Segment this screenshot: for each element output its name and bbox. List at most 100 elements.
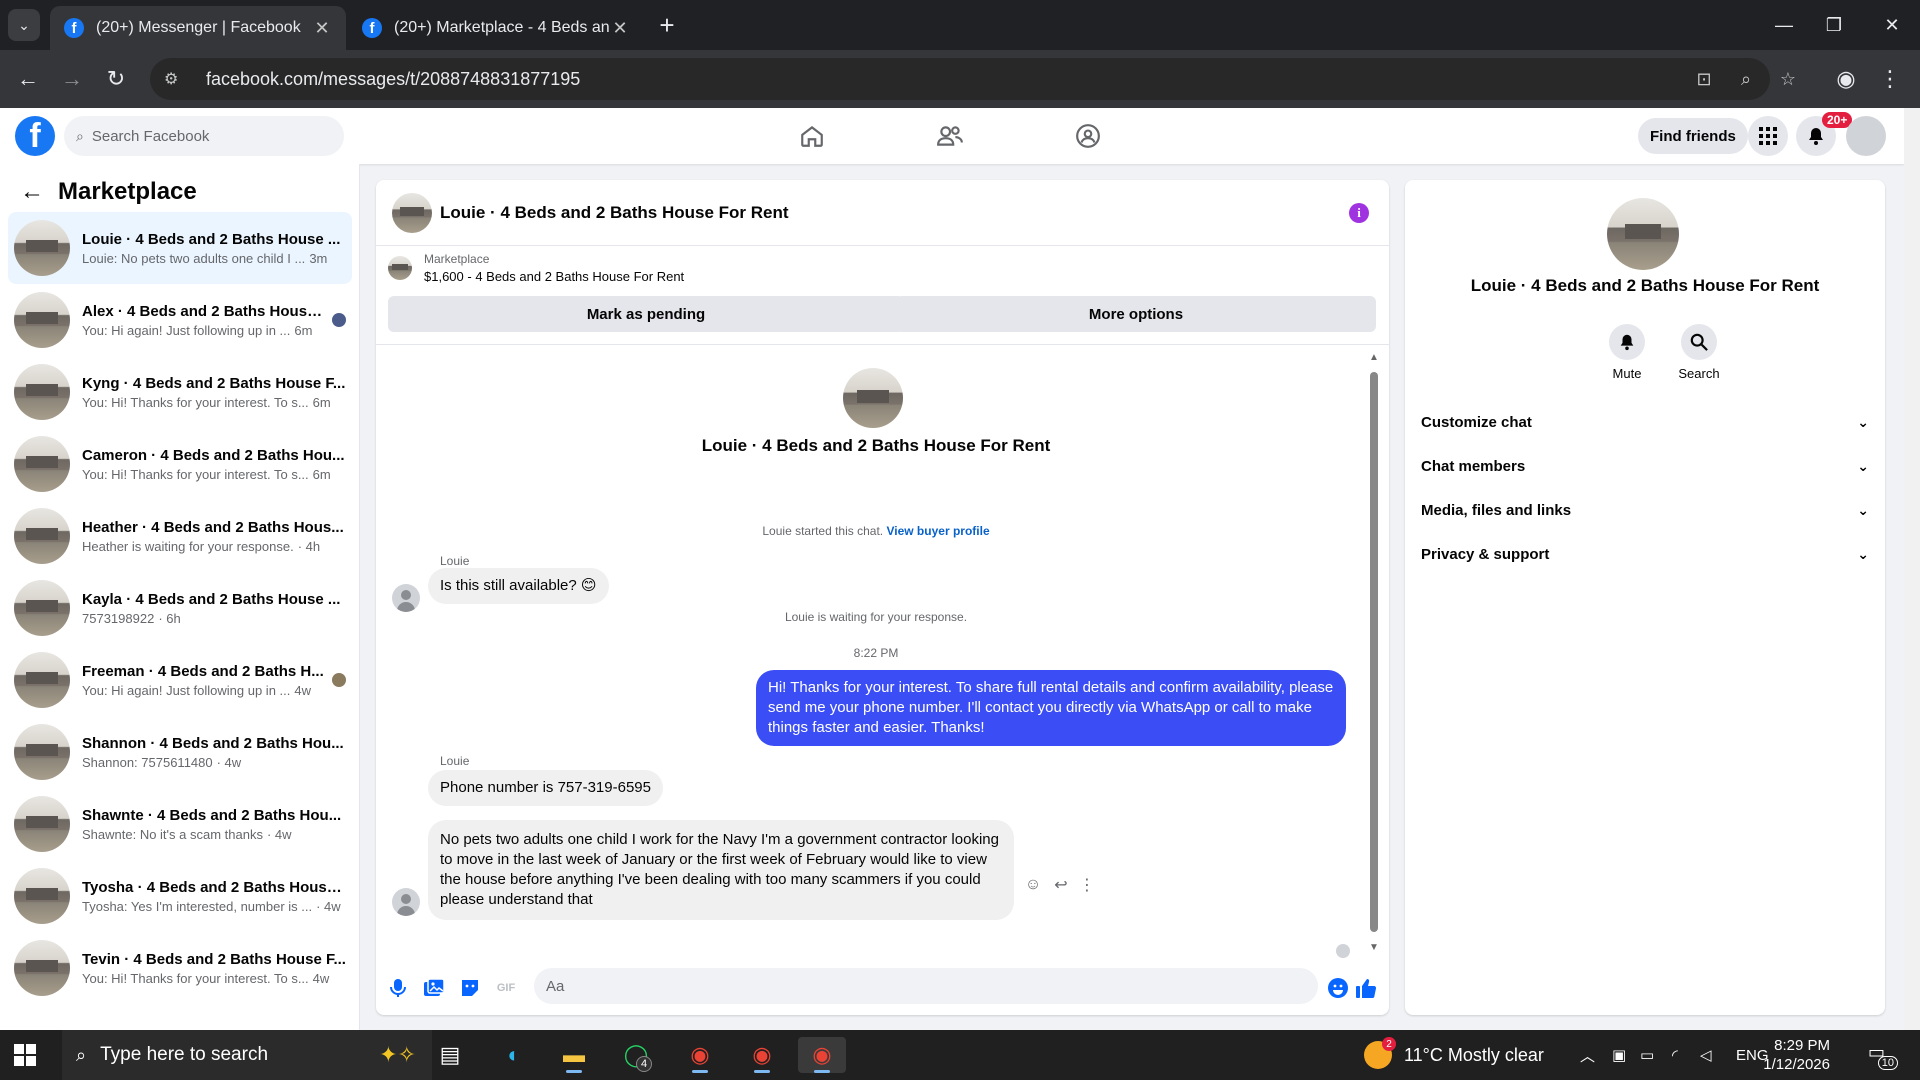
- conversation-item[interactable]: Shannon · 4 Beds and 2 Baths Hou... Shan…: [8, 716, 352, 788]
- menu-grid-icon[interactable]: [1748, 116, 1788, 156]
- zoom-icon[interactable]: ⌕: [1734, 67, 1758, 91]
- listing-thumbnail-large: [1607, 198, 1679, 270]
- chrome-profile-icon[interactable]: ◉: [738, 1037, 786, 1073]
- taskbar-search-box[interactable]: ⌕ Type here to search ✦✧: [62, 1030, 432, 1080]
- scroll-thumb[interactable]: [1370, 372, 1378, 932]
- page-scrollbar[interactable]: [1904, 108, 1920, 1030]
- more-options-button[interactable]: More options: [896, 296, 1376, 332]
- incoming-message[interactable]: Phone number is 757-319-6595: [428, 770, 663, 806]
- chat-title[interactable]: Louie · 4 Beds and 2 Baths House For Ren…: [440, 203, 789, 223]
- more-kebab-icon[interactable]: ⋮: [1076, 874, 1098, 896]
- find-friends-button[interactable]: Find friends: [1638, 118, 1748, 154]
- privacy-support-section[interactable]: Privacy & support ⌄: [1421, 532, 1869, 576]
- conversation-item[interactable]: Kayla · 4 Beds and 2 Baths House ... 757…: [8, 572, 352, 644]
- forward-button[interactable]: →: [56, 63, 88, 95]
- mute-button[interactable]: Mute: [1597, 324, 1657, 381]
- media-files-links-section[interactable]: Media, files and links ⌄: [1421, 488, 1869, 532]
- marketplace-listing-bar[interactable]: Marketplace $1,600 - 4 Beds and 2 Baths …: [388, 252, 684, 284]
- close-tab-icon[interactable]: ✕: [610, 18, 630, 39]
- show-hidden-icons-chevron-icon[interactable]: ︿: [1580, 1030, 1595, 1080]
- seen-avatar: [332, 313, 346, 327]
- facebook-search-input[interactable]: ⌕ Search Facebook: [64, 116, 344, 156]
- site-info-icon[interactable]: ⚙: [164, 69, 188, 89]
- friends-nav-icon[interactable]: [930, 116, 970, 156]
- sender-name: Louie: [440, 554, 470, 568]
- chrome-icon[interactable]: ◉: [676, 1037, 724, 1073]
- info-icon[interactable]: i: [1349, 203, 1369, 223]
- profile-icon[interactable]: ◉: [1830, 63, 1862, 95]
- restore-button[interactable]: ❐: [1804, 0, 1864, 50]
- groups-nav-icon[interactable]: [1068, 116, 1108, 156]
- react-smiley-icon[interactable]: ☺: [1022, 874, 1044, 896]
- conversation-item[interactable]: Freeman · 4 Beds and 2 Baths H... You: H…: [8, 644, 352, 716]
- tab-messenger[interactable]: f (20+) Messenger | Facebook ✕: [50, 6, 346, 50]
- chat-scrollbar[interactable]: ▲ ▼: [1368, 352, 1380, 956]
- conversation-preview: 7573198922: [82, 610, 155, 626]
- mark-as-pending-button[interactable]: Mark as pending: [388, 296, 904, 332]
- incoming-message[interactable]: Is this still available? 😊: [428, 568, 609, 604]
- listing-thumbnail: [14, 580, 70, 636]
- microphone-icon[interactable]: [386, 976, 410, 1000]
- reload-button[interactable]: ↻: [100, 63, 132, 95]
- conversation-item[interactable]: Tyosha · 4 Beds and 2 Baths House... Tyo…: [8, 860, 352, 932]
- meet-now-icon[interactable]: ▣: [1612, 1030, 1626, 1080]
- chevron-down-icon: ⌄: [1857, 457, 1869, 474]
- task-view-icon[interactable]: ▤: [426, 1037, 474, 1073]
- whatsapp-icon[interactable]: ◯ 4: [612, 1037, 660, 1073]
- conversation-item[interactable]: Louie · 4 Beds and 2 Baths House ... Lou…: [8, 212, 352, 284]
- chat-listing-thumbnail[interactable]: [392, 192, 432, 233]
- back-arrow-icon[interactable]: ←: [20, 178, 44, 206]
- sender-avatar[interactable]: [392, 584, 420, 612]
- tab-search-button[interactable]: ⌄: [8, 9, 40, 41]
- menu-kebab-icon[interactable]: ⋮: [1874, 63, 1906, 95]
- conversation-item[interactable]: Heather · 4 Beds and 2 Baths Hous... Hea…: [8, 500, 352, 572]
- close-tab-icon[interactable]: ✕: [312, 18, 332, 39]
- conversation-item[interactable]: Kyng · 4 Beds and 2 Baths House F... You…: [8, 356, 352, 428]
- chrome-active-icon[interactable]: ◉: [798, 1037, 846, 1073]
- conversation-time: 4w: [294, 682, 311, 698]
- conversation-item[interactable]: Tevin · 4 Beds and 2 Baths House F... Yo…: [8, 932, 352, 1004]
- notification-center-icon[interactable]: ▭ 10: [1868, 1042, 1898, 1070]
- back-button[interactable]: ←: [12, 63, 44, 95]
- conversation-item[interactable]: Shawnte · 4 Beds and 2 Baths Hou... Shaw…: [8, 788, 352, 860]
- edge-browser-icon[interactable]: ◐: [490, 1037, 538, 1073]
- scroll-up-icon[interactable]: ▲: [1368, 352, 1380, 363]
- search-in-chat-button[interactable]: Search: [1669, 324, 1729, 381]
- incoming-message[interactable]: No pets two adults one child I work for …: [428, 820, 1014, 920]
- scroll-down-icon[interactable]: ▼: [1368, 942, 1380, 953]
- close-window-button[interactable]: ✕: [1862, 0, 1920, 50]
- chat-members-section[interactable]: Chat members ⌄: [1421, 444, 1869, 488]
- outgoing-message[interactable]: Hi! Thanks for your interest. To share f…: [756, 670, 1346, 746]
- wifi-icon[interactable]: ◜: [1672, 1030, 1678, 1080]
- divider: [376, 344, 1389, 345]
- conversation-item[interactable]: Alex · 4 Beds and 2 Baths House... You: …: [8, 284, 352, 356]
- customize-chat-section[interactable]: Customize chat ⌄: [1421, 400, 1869, 444]
- bookmark-star-icon[interactable]: ☆: [1776, 67, 1800, 91]
- home-nav-icon[interactable]: [792, 116, 832, 156]
- windows-start-icon[interactable]: [14, 1044, 36, 1066]
- volume-icon[interactable]: ◁: [1700, 1030, 1712, 1080]
- sticker-icon[interactable]: [458, 976, 482, 1000]
- battery-icon[interactable]: ▭: [1640, 1030, 1654, 1080]
- account-avatar[interactable]: [1846, 116, 1886, 156]
- emoji-icon[interactable]: [1326, 976, 1350, 1000]
- photo-icon[interactable]: [422, 976, 446, 1000]
- sender-avatar[interactable]: [392, 888, 420, 916]
- address-bar[interactable]: ⚙ facebook.com/messages/t/20887488318771…: [150, 58, 1796, 100]
- search-icon: [1681, 324, 1717, 360]
- search-placeholder: Search Facebook: [91, 127, 210, 145]
- weather-widget[interactable]: 2 11°C Mostly clear: [1364, 1030, 1544, 1080]
- reply-icon[interactable]: ↩: [1050, 874, 1072, 896]
- taskbar-clock[interactable]: 8:29 PM 1/12/2026: [1720, 1036, 1830, 1074]
- tab-marketplace[interactable]: f (20+) Marketplace - 4 Beds and 2 Baths…: [348, 6, 644, 50]
- like-thumbs-up-icon[interactable]: [1354, 976, 1378, 1000]
- file-explorer-icon[interactable]: ▬: [550, 1037, 598, 1073]
- conversation-item[interactable]: Cameron · 4 Beds and 2 Baths Hou... You:…: [8, 428, 352, 500]
- facebook-logo-icon[interactable]: f: [15, 116, 55, 156]
- message-input[interactable]: [534, 968, 1318, 1004]
- view-buyer-profile-link[interactable]: View buyer profile: [886, 524, 989, 538]
- gif-icon[interactable]: GIF: [494, 976, 518, 1000]
- install-app-icon[interactable]: ⊡: [1692, 67, 1716, 91]
- conversation-preview: Shawnte: No it's a scam thanks: [82, 826, 263, 842]
- new-tab-button[interactable]: +: [652, 10, 682, 40]
